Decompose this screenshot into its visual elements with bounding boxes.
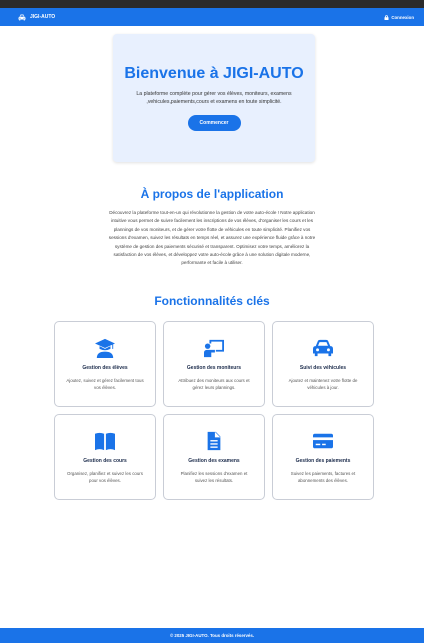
book-icon — [94, 430, 116, 452]
feature-title: Gestion des élèves — [82, 365, 128, 371]
feature-title: Gestion des examens — [188, 458, 240, 464]
start-button[interactable]: Commencer — [187, 115, 241, 132]
feature-title: Suivi des véhicules — [299, 365, 347, 371]
login-link[interactable]: Connexion — [384, 15, 414, 20]
feature-desc: Planifiez les sessions d'examen et suive… — [180, 471, 248, 483]
car-icon — [18, 14, 26, 20]
navbar: JIGI-AUTO Connexion — [0, 8, 424, 26]
feature-card-students[interactable]: Gestion des élèves Ajoutez, suivez et gé… — [54, 321, 156, 407]
feature-desc: Suivez les paiements, factures et abonne… — [290, 471, 356, 483]
feature-card-instructors[interactable]: Gestion des moniteurs Attribuez des moni… — [163, 321, 265, 407]
feature-title: Gestion des paiements — [295, 458, 351, 464]
feature-card-vehicles[interactable]: Suivi des véhicules Ajoutez et maintenez… — [272, 321, 374, 407]
teacher-board-icon — [203, 337, 225, 359]
feature-desc: Attribuez des moniteurs aux cours et gér… — [178, 378, 250, 390]
hero-subtitle: La plateforme complète pour gérer vos él… — [136, 91, 292, 105]
feature-card-exams[interactable]: Gestion des examens Planifiez les sessio… — [163, 414, 265, 500]
feature-desc: Organisez, planifiez et suivez les cours… — [67, 471, 143, 483]
footer-text: © 2025 JIGI-AUTO. Tous droits réservés. — [169, 633, 255, 638]
car-icon — [312, 337, 334, 359]
feature-desc: Ajoutez, suivez et gérez facilement tous… — [66, 378, 144, 390]
hero-title: Bienvenue à JIGI-AUTO — [124, 65, 304, 82]
footer: © 2025 JIGI-AUTO. Tous droits réservés. — [0, 628, 424, 643]
lock-icon — [384, 14, 389, 20]
browser-top-strip — [0, 0, 424, 8]
hero-section: Bienvenue à JIGI-AUTO La plateforme comp… — [113, 34, 315, 162]
document-icon — [203, 430, 225, 452]
feature-title: Gestion des moniteurs — [186, 365, 242, 371]
graduate-icon — [94, 337, 116, 359]
feature-card-payments[interactable]: Gestion des paiements Suivez les paiemen… — [272, 414, 374, 500]
feature-title: Gestion des cours — [83, 458, 127, 464]
features-title: Fonctionnalités clés — [154, 294, 270, 308]
feature-card-courses[interactable]: Gestion des cours Organisez, planifiez e… — [54, 414, 156, 500]
brand-name: JIGI-AUTO — [30, 14, 56, 20]
credit-card-icon — [312, 430, 334, 452]
about-title: À propos de l'application — [140, 187, 284, 201]
about-text: Découvrez la plateforme tout-en-un qui r… — [108, 210, 316, 266]
brand-link[interactable]: JIGI-AUTO — [18, 14, 55, 21]
feature-desc: Ajoutez et maintenez votre flotte de véh… — [288, 378, 358, 390]
login-label: Connexion — [391, 14, 414, 20]
